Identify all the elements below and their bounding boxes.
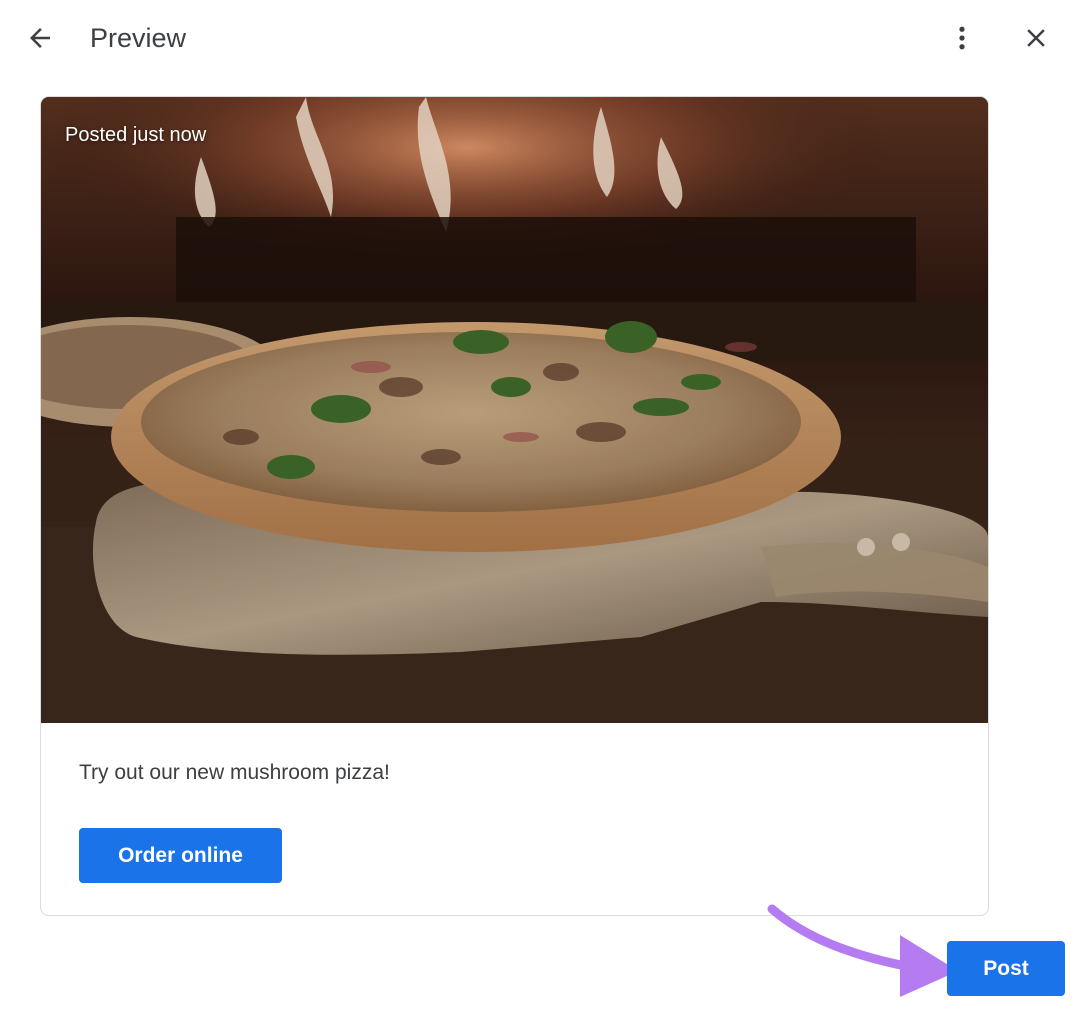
post-caption: Try out our new mushroom pizza! bbox=[79, 761, 390, 784]
arrow-back-icon bbox=[30, 28, 50, 48]
more-vert-icon bbox=[959, 26, 965, 50]
dialog-title: Preview bbox=[90, 23, 187, 53]
close-icon bbox=[1027, 29, 1045, 47]
pizza-photo-illustration bbox=[41, 97, 988, 723]
back-button[interactable] bbox=[20, 18, 60, 58]
post-button[interactable]: Post bbox=[947, 941, 1065, 996]
more-options-button[interactable] bbox=[940, 18, 984, 58]
posted-time-label: Posted just now bbox=[65, 124, 207, 146]
dialog-header: Preview bbox=[0, 0, 1077, 78]
post-photo: Posted just now bbox=[41, 97, 988, 723]
close-button[interactable] bbox=[1014, 18, 1058, 58]
order-online-button[interactable]: Order online bbox=[79, 828, 282, 883]
post-preview-card: Posted just now Try out our new mushroom… bbox=[40, 96, 989, 916]
